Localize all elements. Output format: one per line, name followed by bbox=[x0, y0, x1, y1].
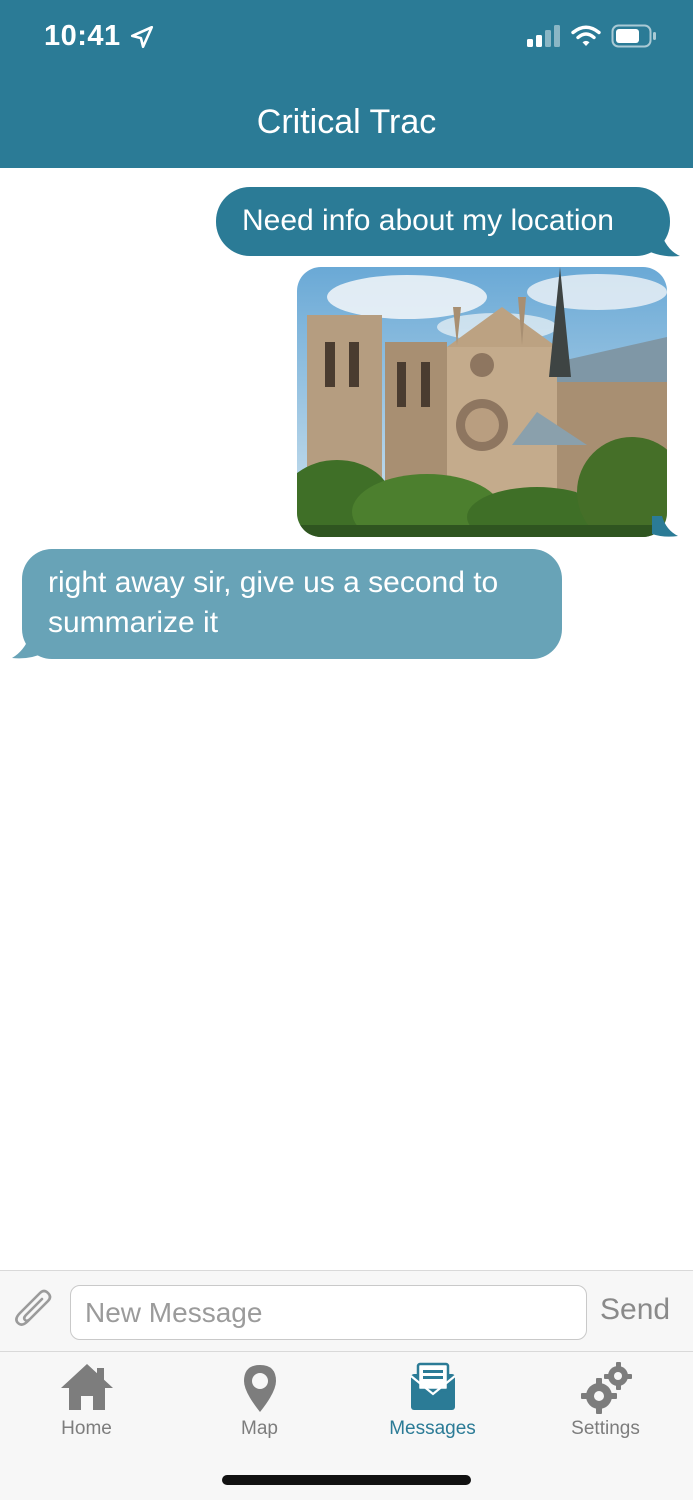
status-time-text: 10:41 bbox=[44, 20, 121, 52]
tab-label: Home bbox=[61, 1418, 112, 1439]
home-indicator bbox=[222, 1475, 471, 1485]
paperclip-icon[interactable] bbox=[12, 1289, 58, 1340]
tab-settings[interactable]: Settings bbox=[519, 1352, 692, 1452]
home-icon bbox=[59, 1362, 115, 1417]
message-composer: Send bbox=[0, 1270, 693, 1352]
tab-bar: Home Map Messages Settings bbox=[0, 1352, 693, 1500]
tab-home[interactable]: Home bbox=[0, 1352, 173, 1452]
wifi-icon bbox=[571, 25, 601, 47]
cellular-signal-icon bbox=[527, 25, 561, 47]
message-thread[interactable]: Need info about my location right away s… bbox=[0, 168, 693, 1270]
message-text: right away sir, give us a second to summ… bbox=[48, 566, 499, 639]
settings-gears-icon bbox=[579, 1362, 633, 1419]
page-title: Critical Trac bbox=[256, 103, 437, 141]
image-bubble-tail bbox=[652, 516, 678, 537]
map-pin-icon bbox=[240, 1362, 280, 1419]
incoming-bubble-tail bbox=[12, 630, 46, 659]
outgoing-message-bubble[interactable]: Need info about my location bbox=[216, 187, 670, 256]
send-button[interactable]: Send bbox=[600, 1293, 670, 1327]
message-text: Need info about my location bbox=[242, 204, 614, 237]
status-icons bbox=[517, 24, 657, 48]
status-time: 10:41 bbox=[44, 20, 155, 53]
tab-map[interactable]: Map bbox=[173, 1352, 346, 1452]
messages-icon bbox=[409, 1362, 457, 1417]
cathedral-photo[interactable] bbox=[297, 267, 667, 537]
tab-label: Map bbox=[241, 1418, 278, 1439]
battery-icon bbox=[611, 24, 657, 48]
app-header: 10:41 Critical Trac bbox=[0, 0, 693, 168]
new-message-input[interactable] bbox=[70, 1285, 587, 1340]
incoming-message-bubble[interactable]: right away sir, give us a second to summ… bbox=[22, 549, 562, 659]
location-arrow-icon bbox=[130, 25, 153, 48]
tab-label: Settings bbox=[571, 1418, 640, 1439]
outgoing-bubble-tail bbox=[646, 230, 680, 257]
tab-messages[interactable]: Messages bbox=[346, 1352, 519, 1452]
tab-label: Messages bbox=[389, 1418, 476, 1439]
cathedral-image bbox=[297, 267, 667, 537]
